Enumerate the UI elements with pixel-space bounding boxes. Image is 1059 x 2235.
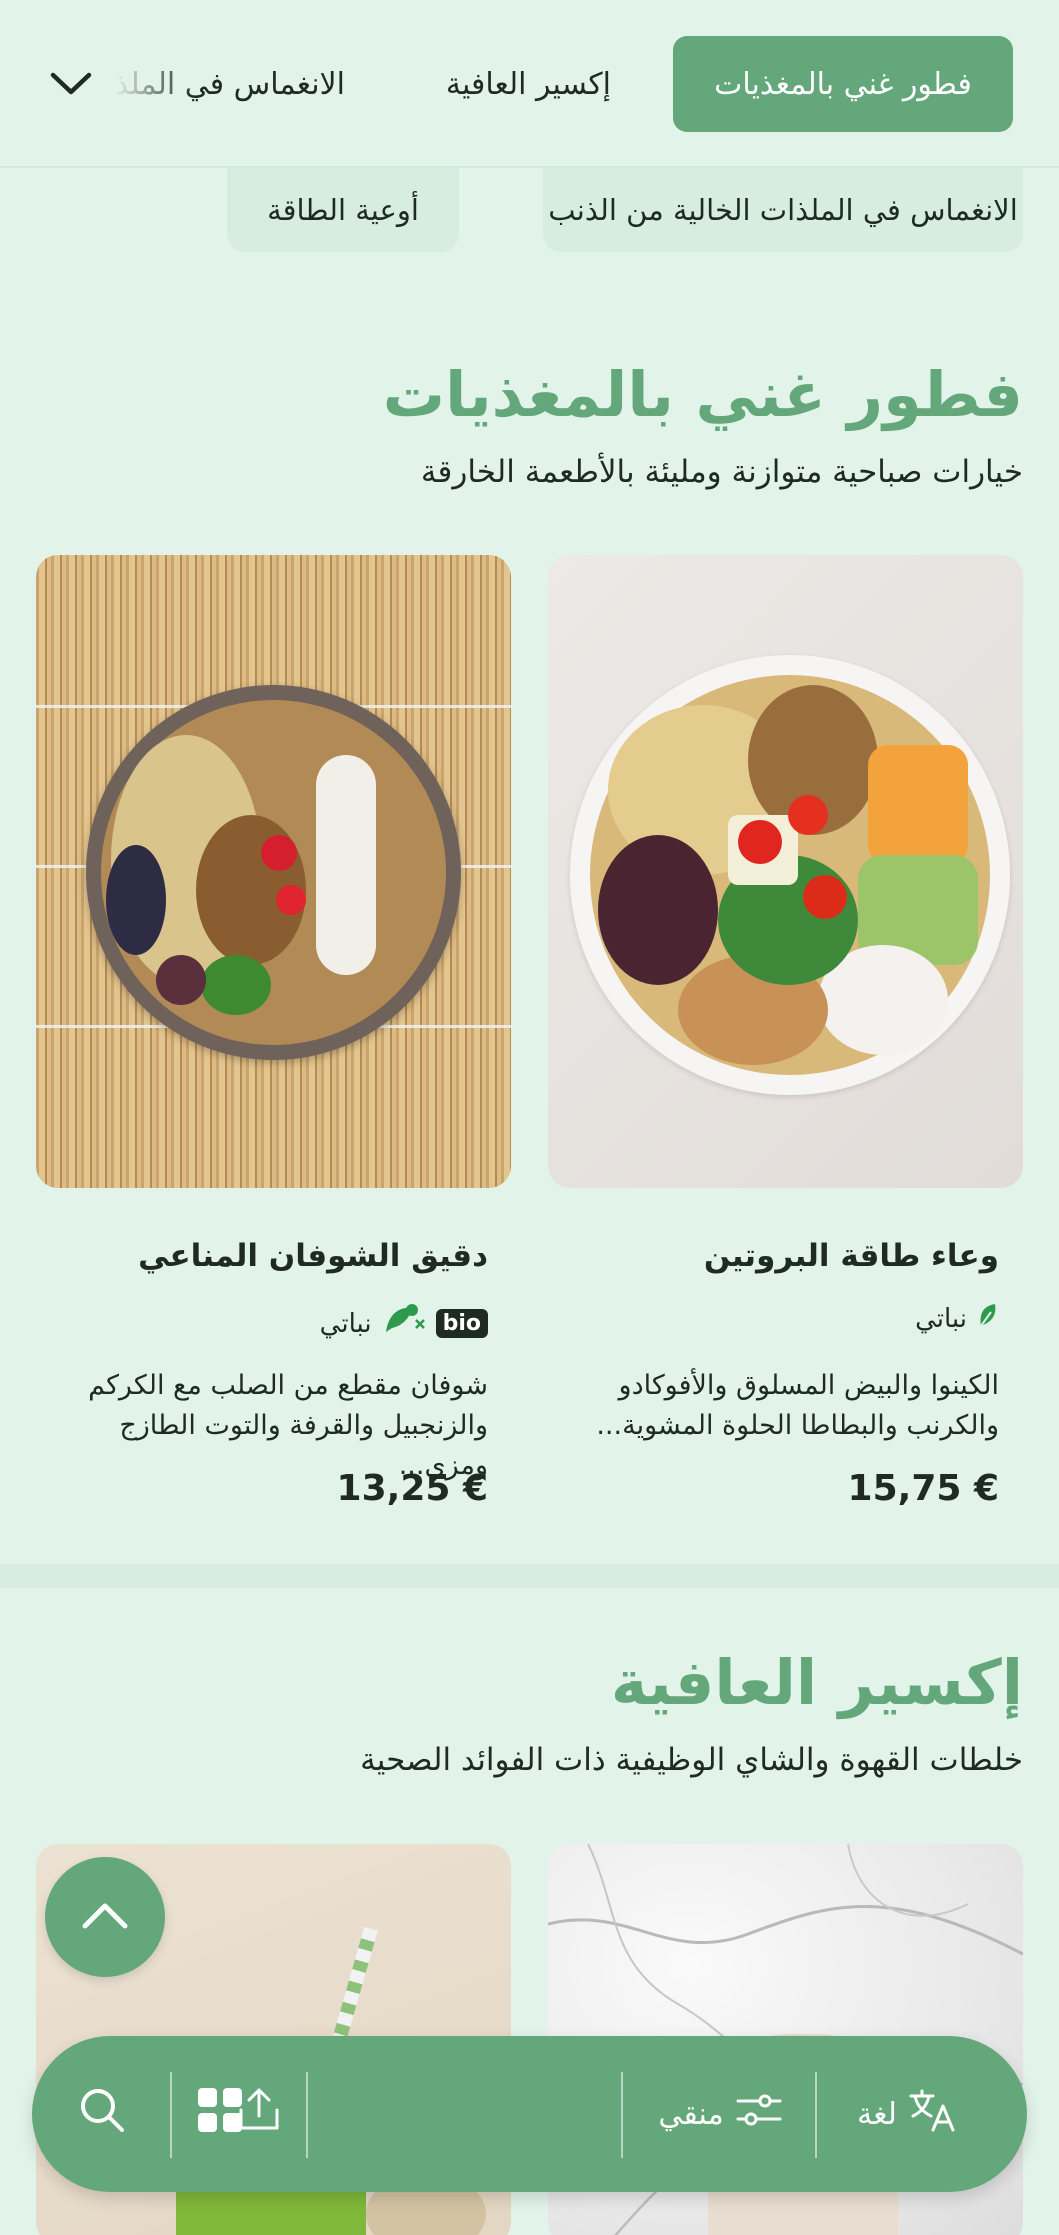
search-icon (78, 2086, 126, 2142)
tab-wellness-elixir[interactable]: إكسير العافية (446, 36, 611, 132)
diet-label: نباتي (319, 1308, 372, 1339)
translate-icon (909, 2088, 957, 2140)
protein-bowl-image[interactable] (548, 555, 1023, 1188)
item-title[interactable]: دقيق الشوفان المناعي (138, 1238, 488, 1274)
filter-label: منقي (658, 2096, 724, 2132)
tab-nutritious-breakfast[interactable]: فطور غني بالمغذيات (673, 36, 1013, 132)
language-label: لغة (857, 2096, 897, 2132)
section-subtitle: خلطات القهوة والشاي الوظيفية ذات الفوائد… (360, 1742, 1023, 1778)
filter-button[interactable]: منقي (625, 2036, 815, 2192)
section-divider (0, 1564, 1059, 1588)
item-title[interactable]: وعاء طاقة البروتين (704, 1238, 999, 1274)
chip-guilt-free[interactable]: الانغماس في الملذات الخالية من الذنب (543, 168, 1023, 252)
oatmeal-image[interactable] (36, 555, 511, 1188)
diet-tag: bio نباتي (320, 1302, 488, 1345)
chip-energy-bowls[interactable]: أوعية الطاقة (227, 168, 459, 252)
item-description: الكينوا والبيض المسلوق والأفوكادو والكرن… (596, 1370, 999, 1441)
diet-label: نباتي (915, 1303, 967, 1334)
grid-view-button[interactable] (172, 2036, 268, 2192)
chevron-up-icon (81, 1900, 129, 1934)
no-meat-icon (382, 1302, 426, 1345)
tab-indulgence[interactable]: الانغماس في الملذات (105, 36, 345, 132)
bottom-nav-bar: لغة منقي (32, 2036, 1027, 2192)
leaf-icon (977, 1302, 999, 1335)
scroll-top-button[interactable] (45, 1857, 165, 1977)
item-price: 13,25 € (336, 1468, 488, 1509)
search-button[interactable] (52, 2036, 152, 2192)
sliders-icon (736, 2092, 782, 2136)
diet-tag: نباتي (915, 1302, 999, 1335)
section-subtitle: خيارات صباحية متوازنة ومليئة بالأطعمة ال… (420, 454, 1023, 490)
section-title: إكسير العافية (610, 1646, 1023, 1719)
section-title: فطور غني بالمغذيات (382, 358, 1023, 431)
chevron-down-icon[interactable] (46, 62, 96, 106)
category-tabs: فطور غني بالمغذيات إكسير العافية الانغما… (0, 0, 1059, 168)
item-price: 15,75 € (847, 1468, 999, 1509)
language-button[interactable]: لغة (817, 2036, 997, 2192)
grid-icon (196, 2086, 244, 2142)
bio-badge: bio (435, 1309, 488, 1338)
